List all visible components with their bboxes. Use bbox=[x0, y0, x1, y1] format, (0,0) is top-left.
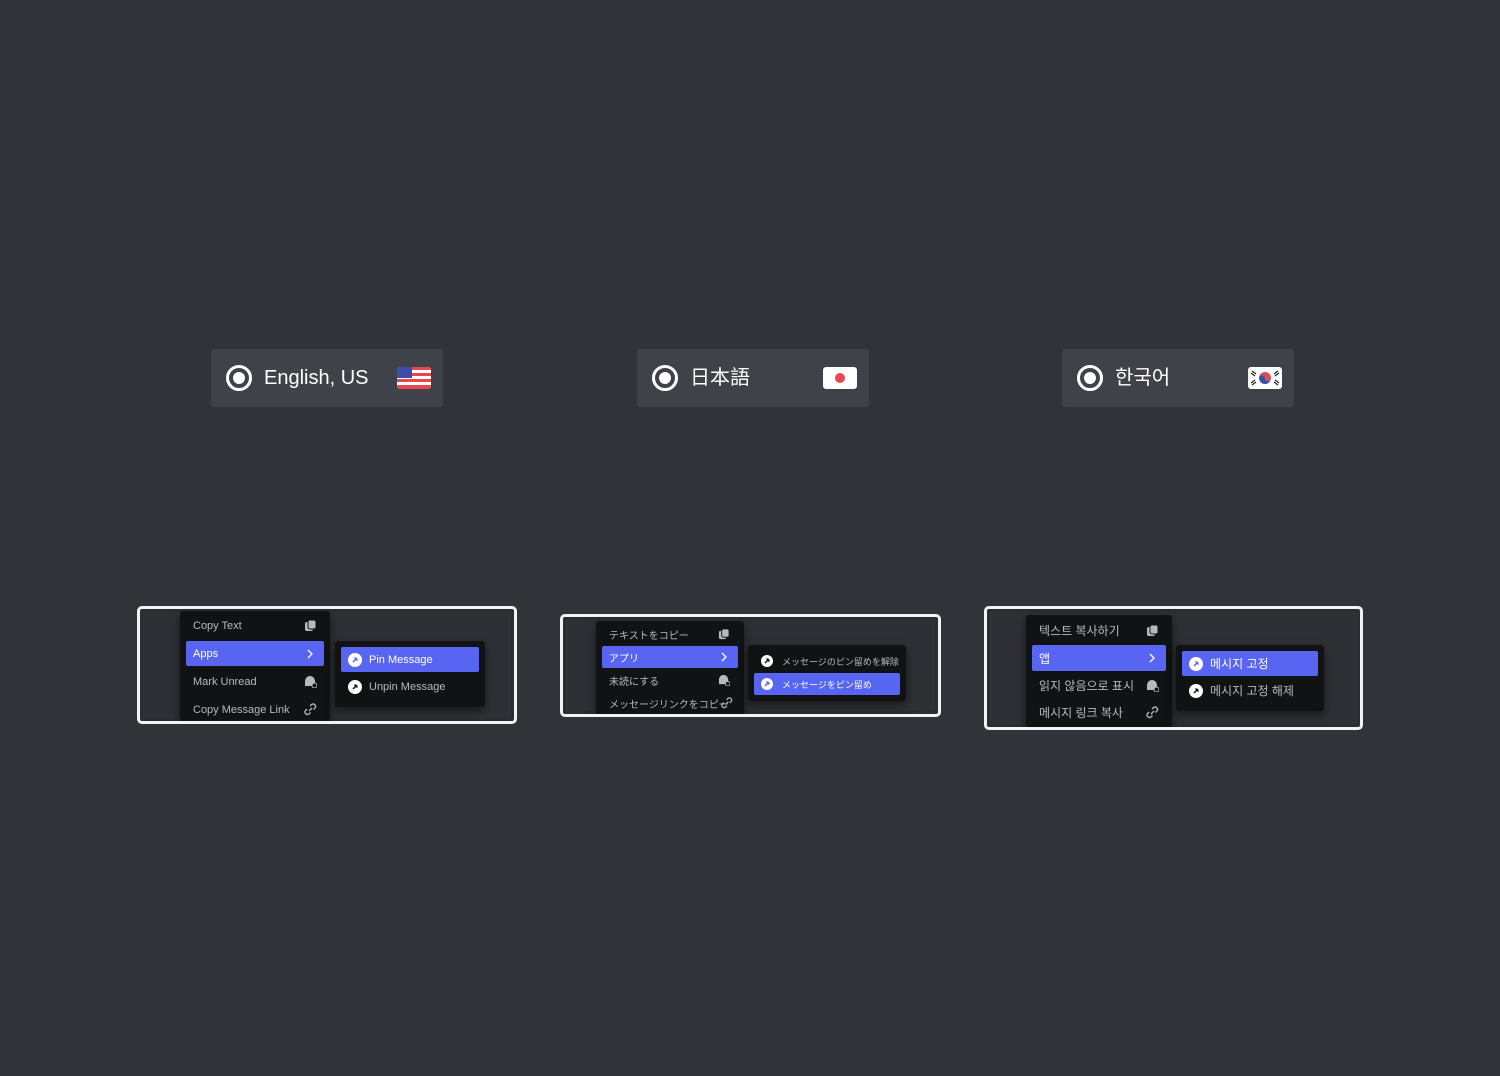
menu-item-label: 메시지 링크 복사 bbox=[1039, 705, 1123, 720]
app-icon bbox=[348, 679, 362, 694]
mark-unread-icon bbox=[1145, 678, 1159, 692]
submenu-item-pin-message[interactable]: メッセージをピン留め bbox=[754, 673, 900, 695]
mark-unread-icon bbox=[303, 675, 317, 689]
submenu-item-label: Pin Message bbox=[369, 653, 433, 666]
menu-item-copy-message-link[interactable]: Copy Message Link bbox=[186, 697, 324, 721]
copy-icon bbox=[717, 627, 731, 641]
menu-item-label: 앱 bbox=[1039, 651, 1051, 666]
submenu-item-label: 메시지 고정 해제 bbox=[1210, 684, 1294, 698]
radio-selected-icon[interactable] bbox=[226, 365, 252, 391]
menu-item-label: テキストをコピー bbox=[609, 630, 689, 642]
language-label: 한국어 bbox=[1115, 367, 1171, 389]
app-icon bbox=[1189, 656, 1203, 671]
context-menu-screenshot-en: Copy Text Apps Mark Unread Copy Message … bbox=[137, 606, 517, 724]
copy-icon bbox=[303, 619, 317, 633]
submenu-item-label: Unpin Message bbox=[369, 680, 446, 693]
jp-flag-icon bbox=[823, 367, 857, 389]
menu-item-mark-unread[interactable]: Mark Unread bbox=[186, 669, 324, 694]
radio-selected-icon[interactable] bbox=[1077, 365, 1103, 391]
context-menu-screenshot-ko: 텍스트 복사하기 앱 읽지 않음으로 표시 메시지 링크 복사 메시지 고정 메… bbox=[984, 606, 1363, 730]
submenu-item-label: 메시지 고정 bbox=[1210, 657, 1269, 671]
apps-submenu: 메시지 고정 메시지 고정 해제 bbox=[1176, 645, 1324, 711]
chevron-right-icon bbox=[303, 647, 317, 661]
menu-item-label: Mark Unread bbox=[193, 675, 257, 688]
submenu-item-pin-message[interactable]: Pin Message bbox=[341, 647, 479, 672]
menu-item-copy-text[interactable]: Copy Text bbox=[186, 613, 324, 638]
link-icon bbox=[720, 696, 734, 710]
menu-item-copy-text[interactable]: テキストをコピー bbox=[602, 623, 738, 645]
language-label: English, US bbox=[264, 367, 369, 389]
link-icon bbox=[1145, 705, 1159, 719]
menu-item-mark-unread[interactable]: 未読にする bbox=[602, 669, 738, 691]
menu-item-label: アプリ bbox=[609, 653, 639, 665]
menu-item-copy-message-link[interactable]: メッセージリンクをコピー bbox=[602, 692, 738, 714]
menu-item-copy-text[interactable]: 텍스트 복사하기 bbox=[1032, 617, 1166, 643]
language-option-korean[interactable]: 한국어 bbox=[1062, 349, 1294, 407]
apps-submenu: Pin Message Unpin Message bbox=[335, 641, 485, 707]
chevron-right-icon bbox=[717, 650, 731, 664]
menu-item-label: メッセージリンクをコピー bbox=[609, 699, 729, 711]
kr-flag-icon bbox=[1248, 367, 1282, 389]
menu-item-label: 텍스트 복사하기 bbox=[1039, 623, 1120, 638]
menu-item-apps[interactable]: 앱 bbox=[1032, 645, 1166, 671]
context-menu: Copy Text Apps Mark Unread Copy Message … bbox=[180, 611, 330, 721]
apps-submenu: メッセージのピン留めを解除 メッセージをピン留め bbox=[748, 645, 906, 701]
chevron-right-icon bbox=[1145, 651, 1159, 665]
context-menu: 텍스트 복사하기 앱 읽지 않음으로 표시 메시지 링크 복사 bbox=[1026, 615, 1172, 727]
us-flag-icon bbox=[397, 367, 431, 389]
context-menu-screenshot-ja: テキストをコピー アプリ 未読にする メッセージリンクをコピー メッセージのピン… bbox=[560, 614, 941, 717]
menu-item-apps[interactable]: Apps bbox=[186, 641, 324, 666]
mark-unread-icon bbox=[717, 673, 731, 687]
copy-icon bbox=[1145, 623, 1159, 637]
app-icon bbox=[348, 652, 362, 667]
menu-item-copy-message-link[interactable]: 메시지 링크 복사 bbox=[1032, 699, 1166, 725]
link-icon bbox=[303, 703, 317, 717]
app-icon bbox=[761, 678, 773, 690]
menu-item-label: Copy Text bbox=[193, 619, 242, 632]
language-option-japanese[interactable]: 日本語 bbox=[637, 349, 869, 407]
submenu-item-unpin-message[interactable]: メッセージのピン留めを解除 bbox=[754, 650, 900, 672]
menu-item-label: 未読にする bbox=[609, 676, 660, 688]
menu-item-label: 읽지 않음으로 표시 bbox=[1039, 678, 1134, 693]
submenu-item-label: メッセージのピン留めを解除 bbox=[782, 656, 899, 667]
menu-item-mark-unread[interactable]: 읽지 않음으로 표시 bbox=[1032, 672, 1166, 698]
menu-item-label: Copy Message Link bbox=[193, 703, 290, 716]
submenu-item-unpin-message[interactable]: Unpin Message bbox=[341, 674, 479, 699]
submenu-item-unpin-message[interactable]: 메시지 고정 해제 bbox=[1182, 678, 1318, 703]
context-menu: テキストをコピー アプリ 未読にする メッセージリンクをコピー bbox=[596, 621, 744, 714]
language-label: 日本語 bbox=[690, 367, 750, 389]
menu-item-label: Apps bbox=[193, 647, 219, 660]
radio-selected-icon[interactable] bbox=[652, 365, 678, 391]
app-icon bbox=[1189, 683, 1203, 698]
submenu-item-pin-message[interactable]: 메시지 고정 bbox=[1182, 651, 1318, 676]
app-icon bbox=[761, 655, 773, 667]
language-option-english[interactable]: English, US bbox=[211, 349, 443, 407]
submenu-item-label: メッセージをピン留め bbox=[782, 679, 872, 690]
menu-item-apps[interactable]: アプリ bbox=[602, 646, 738, 668]
